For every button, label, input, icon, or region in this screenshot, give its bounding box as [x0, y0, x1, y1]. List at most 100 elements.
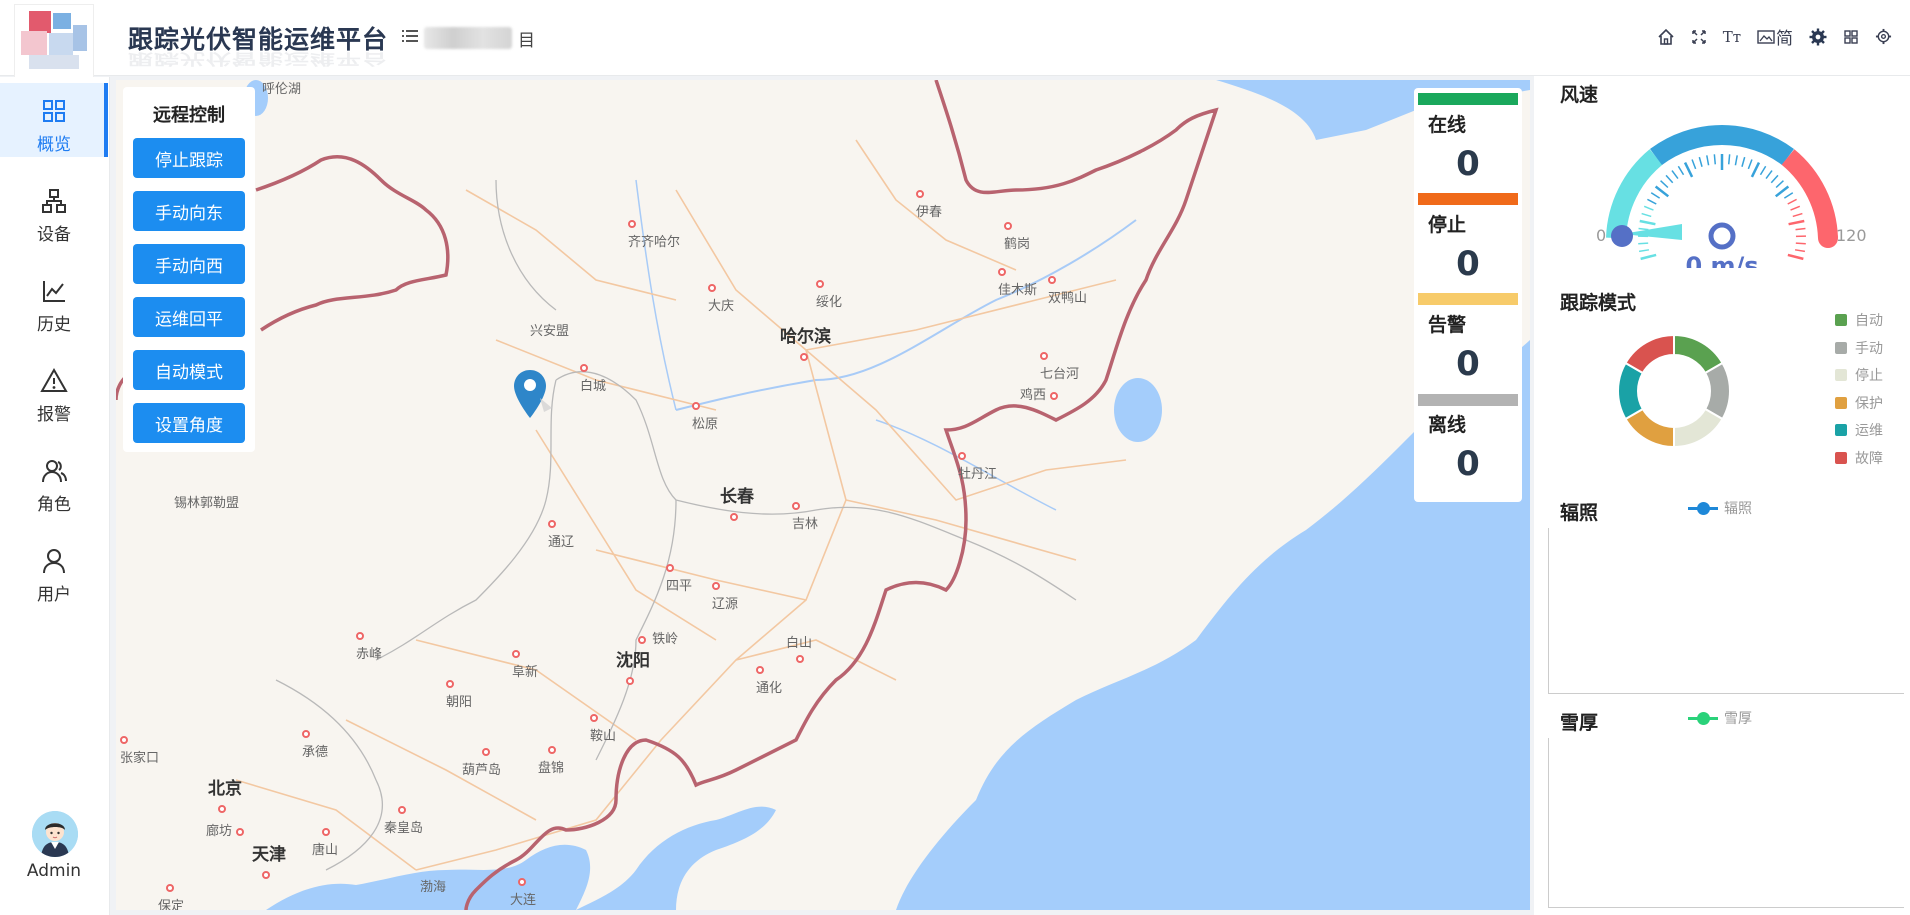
radiation-legend[interactable]: 辐照: [1688, 498, 1752, 518]
header-toolbar: Tт 简: [1657, 24, 1892, 49]
map-city-label: 绥化: [816, 276, 842, 310]
list-icon: [402, 28, 418, 48]
settings-icon[interactable]: [1875, 28, 1892, 45]
map-city-label: 佳木斯: [998, 264, 1037, 298]
gauge-tick: [1643, 205, 1654, 211]
map-city-label: 松原: [692, 398, 718, 432]
maintenance-flat-button[interactable]: 运维回平: [133, 297, 245, 337]
gauge-tick: [1750, 162, 1761, 178]
set-angle-button[interactable]: 设置角度: [133, 403, 245, 443]
map-city-label: 七台河: [1040, 348, 1079, 382]
wind-speed-readout: 0 m/s: [1685, 252, 1758, 268]
map-view[interactable]: 呼伦湖 齐齐哈尔 伊春 鹤岗 大庆 绥化 佳木斯 双鸭山 兴安盟 哈尔滨 白城 …: [116, 80, 1530, 910]
theme-gear-icon[interactable]: [1809, 28, 1827, 46]
map-city-label: 辽源: [712, 578, 738, 612]
map-city-label: 唐山: [312, 824, 338, 858]
map-city-label: 朝阳: [446, 676, 472, 710]
gauge-tick: [1638, 249, 1650, 253]
home-icon[interactable]: [1657, 28, 1675, 46]
legend-swatch: [1835, 314, 1847, 326]
fullscreen-icon[interactable]: [1691, 29, 1707, 45]
map-city-label: 大庆: [708, 280, 734, 314]
map-location-pin-icon[interactable]: [514, 368, 554, 424]
avatar[interactable]: [32, 811, 78, 857]
radiation-legend-label: 辐照: [1724, 501, 1752, 517]
project-name-redacted: [424, 27, 512, 49]
donut-slice[interactable]: [1673, 407, 1724, 449]
gauge-tick: [1640, 253, 1657, 261]
sidebar-item-devices[interactable]: 设备: [0, 173, 108, 247]
auto-mode-button[interactable]: 自动模式: [133, 350, 245, 390]
map-city-label: 廊坊: [206, 820, 246, 839]
tracking-mode-legend-item[interactable]: 保护: [1835, 393, 1883, 413]
stop-tracking-button[interactable]: 停止跟踪: [133, 138, 245, 178]
device-tree-icon: [42, 189, 66, 213]
sidebar-item-alarms[interactable]: 报警: [0, 353, 108, 427]
remote-control-panel: 远程控制 停止跟踪 手动向东 手动向西 运维回平 自动模式 设置角度: [123, 87, 255, 452]
gauge-tick: [1747, 159, 1753, 170]
sidebar-item-label: 报警: [37, 405, 71, 425]
stopped-label: 停止: [1428, 214, 1467, 236]
sidebar-item-label: 设备: [37, 225, 71, 245]
map-city-label: 锡林郭勒盟: [174, 496, 240, 511]
radiation-title: 辐照: [1560, 502, 1599, 524]
legend-label: 自动: [1855, 313, 1883, 329]
map-city-label: 哈尔滨: [780, 322, 831, 367]
stopped-status-bar: [1418, 193, 1518, 205]
map-city-label: 通辽: [548, 516, 574, 550]
legend-swatch: [1835, 451, 1847, 464]
map-city-label: 呼伦湖: [262, 82, 302, 97]
legend-swatch: [1835, 396, 1847, 409]
legend-label: 保护: [1855, 395, 1883, 412]
layout-grid-icon[interactable]: [1843, 29, 1859, 45]
tracking-mode-legend-item[interactable]: 运维: [1835, 420, 1883, 440]
gauge-tick: [1654, 185, 1670, 198]
device-status-panel: 在线 0 停止 0 告警 0 离线 0: [1414, 88, 1522, 502]
font-size-icon[interactable]: Tт: [1723, 28, 1741, 46]
map-city-label: 牡丹江: [958, 448, 997, 482]
donut-slice[interactable]: [1624, 333, 1675, 375]
stopped-count: 0: [1456, 244, 1480, 284]
legend-swatch: [1835, 341, 1847, 354]
sidebar-item-users[interactable]: 用户: [0, 533, 108, 607]
manual-west-button[interactable]: 手动向西: [133, 244, 245, 284]
sidebar: 概览 设备 历史 报警 角色 用户 Admin: [0, 77, 110, 915]
map-city-label: 天津: [252, 840, 286, 885]
map-city-label: 赤峰: [356, 628, 382, 662]
offline-label: 离线: [1428, 414, 1467, 436]
gauge-tick: [1641, 212, 1652, 218]
sidebar-item-overview[interactable]: 概览: [0, 83, 108, 157]
map-city-label: 四平: [666, 560, 692, 594]
sidebar-item-roles[interactable]: 角色: [0, 443, 108, 517]
tracking-mode-legend-item[interactable]: 故障: [1835, 448, 1883, 468]
gauge-tick: [1698, 156, 1703, 167]
gauge-tick: [1783, 192, 1794, 199]
language-icon[interactable]: 简: [1757, 24, 1793, 49]
gauge-tick: [1765, 170, 1773, 179]
gauge-tick: [1787, 198, 1797, 205]
role-users-icon: [42, 460, 67, 483]
radiation-chart: [1548, 528, 1904, 694]
gauge-tick: [1660, 180, 1669, 189]
map-city-label: 葫芦岛: [462, 744, 501, 778]
user-name: Admin: [26, 861, 82, 881]
map-city-label: 大连: [510, 874, 536, 908]
map-city-label: 铁岭: [638, 628, 678, 647]
gauge-tick: [1638, 227, 1649, 231]
wind-speed-gauge: 0 120 0 m/s: [1596, 125, 1867, 268]
offline-count: 0: [1456, 444, 1480, 484]
sidebar-item-history[interactable]: 历史: [0, 263, 108, 337]
manual-east-button[interactable]: 手动向东: [133, 191, 245, 231]
snow-depth-legend[interactable]: 雪厚: [1688, 708, 1752, 728]
map-city-label: 齐齐哈尔: [628, 216, 680, 250]
right-panel: 风速 0 120 0 m/s 跟踪模式 自动 手动 停止 保护 运维 故障 辐照 辐照 雪…: [1534, 76, 1910, 915]
map-city-label: 伊春: [916, 186, 942, 220]
project-selector[interactable]: 目: [402, 26, 535, 51]
history-chart-icon: [43, 281, 65, 302]
tracking-mode-legend-item[interactable]: 自动: [1835, 310, 1883, 330]
warning-label: 告警: [1428, 314, 1467, 336]
tracking-mode-legend-item[interactable]: 手动: [1835, 338, 1883, 358]
gauge-tick: [1691, 159, 1697, 170]
tracking-mode-legend-item[interactable]: 停止: [1835, 365, 1883, 385]
gauge-tick: [1787, 253, 1804, 261]
